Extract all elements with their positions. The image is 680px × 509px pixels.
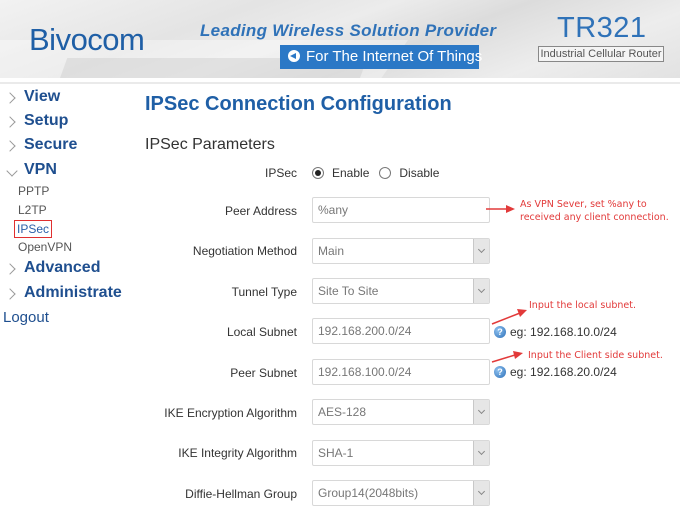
peer-address-annotation-line2: received any client connection. [520, 212, 669, 223]
peer-address-annotation-line1: As VPN Sever, set %any to [520, 199, 647, 210]
arrow-up-right-icon [491, 309, 527, 325]
peer-subnet-annotation: Input the Client side subnet. [528, 350, 663, 361]
local-subnet-annotation: Input the local subnet. [529, 300, 636, 311]
arrow-up-right-icon [491, 351, 523, 363]
annotation-arrows [486, 205, 527, 363]
arrow-right-icon [486, 205, 515, 213]
